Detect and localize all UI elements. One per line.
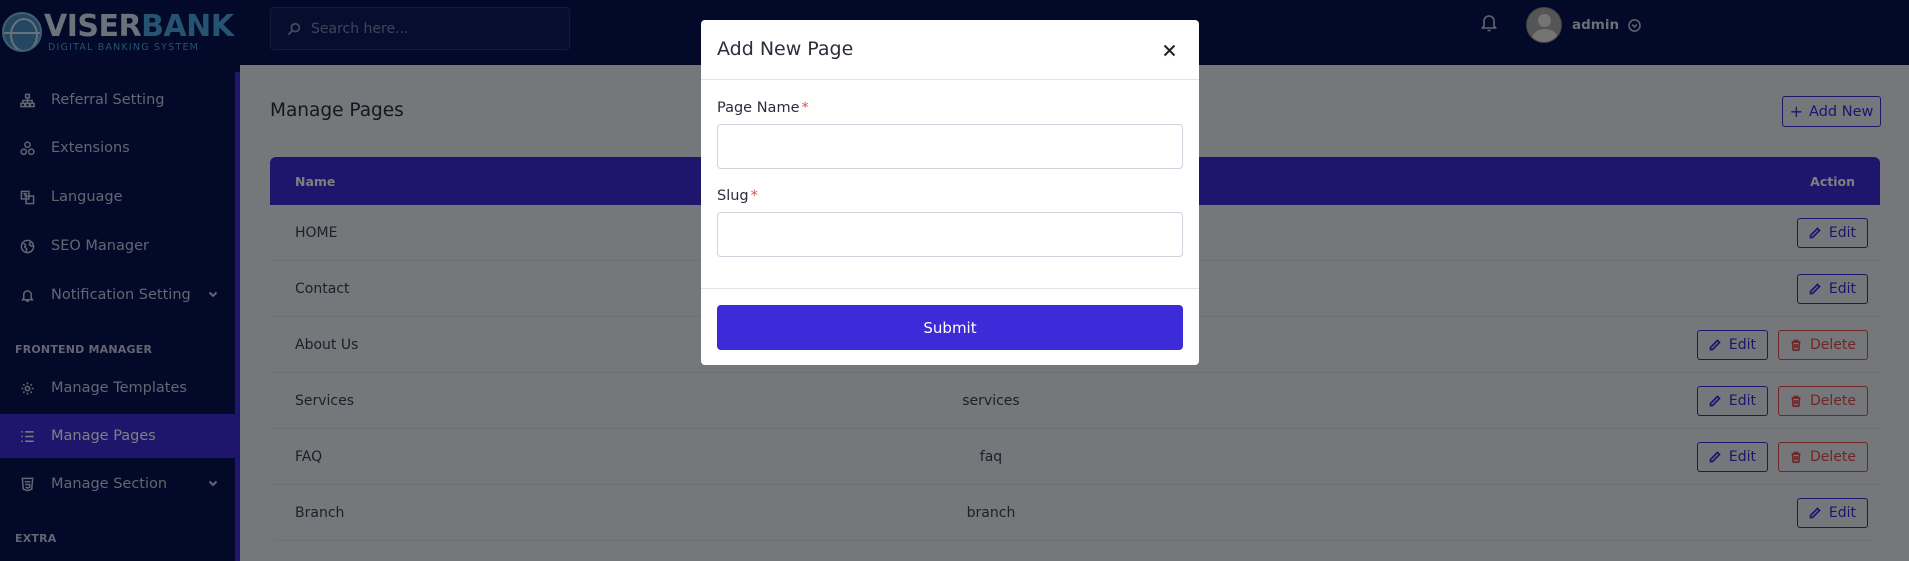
submit-button[interactable]: Submit	[717, 305, 1183, 350]
page-name-field[interactable]	[717, 124, 1183, 169]
required-asterisk: *	[750, 188, 758, 204]
modal-divider	[701, 288, 1199, 289]
modal-header: Add New Page	[701, 20, 1199, 80]
slug-label: Slug *	[717, 188, 758, 204]
close-icon[interactable]	[1163, 42, 1179, 58]
add-page-modal: Add New Page Page Name * Slug * Submit	[701, 20, 1199, 365]
required-asterisk: *	[801, 100, 809, 116]
slug-field[interactable]	[717, 212, 1183, 257]
modal-title: Add New Page	[717, 38, 854, 60]
page-name-label: Page Name *	[717, 100, 809, 116]
